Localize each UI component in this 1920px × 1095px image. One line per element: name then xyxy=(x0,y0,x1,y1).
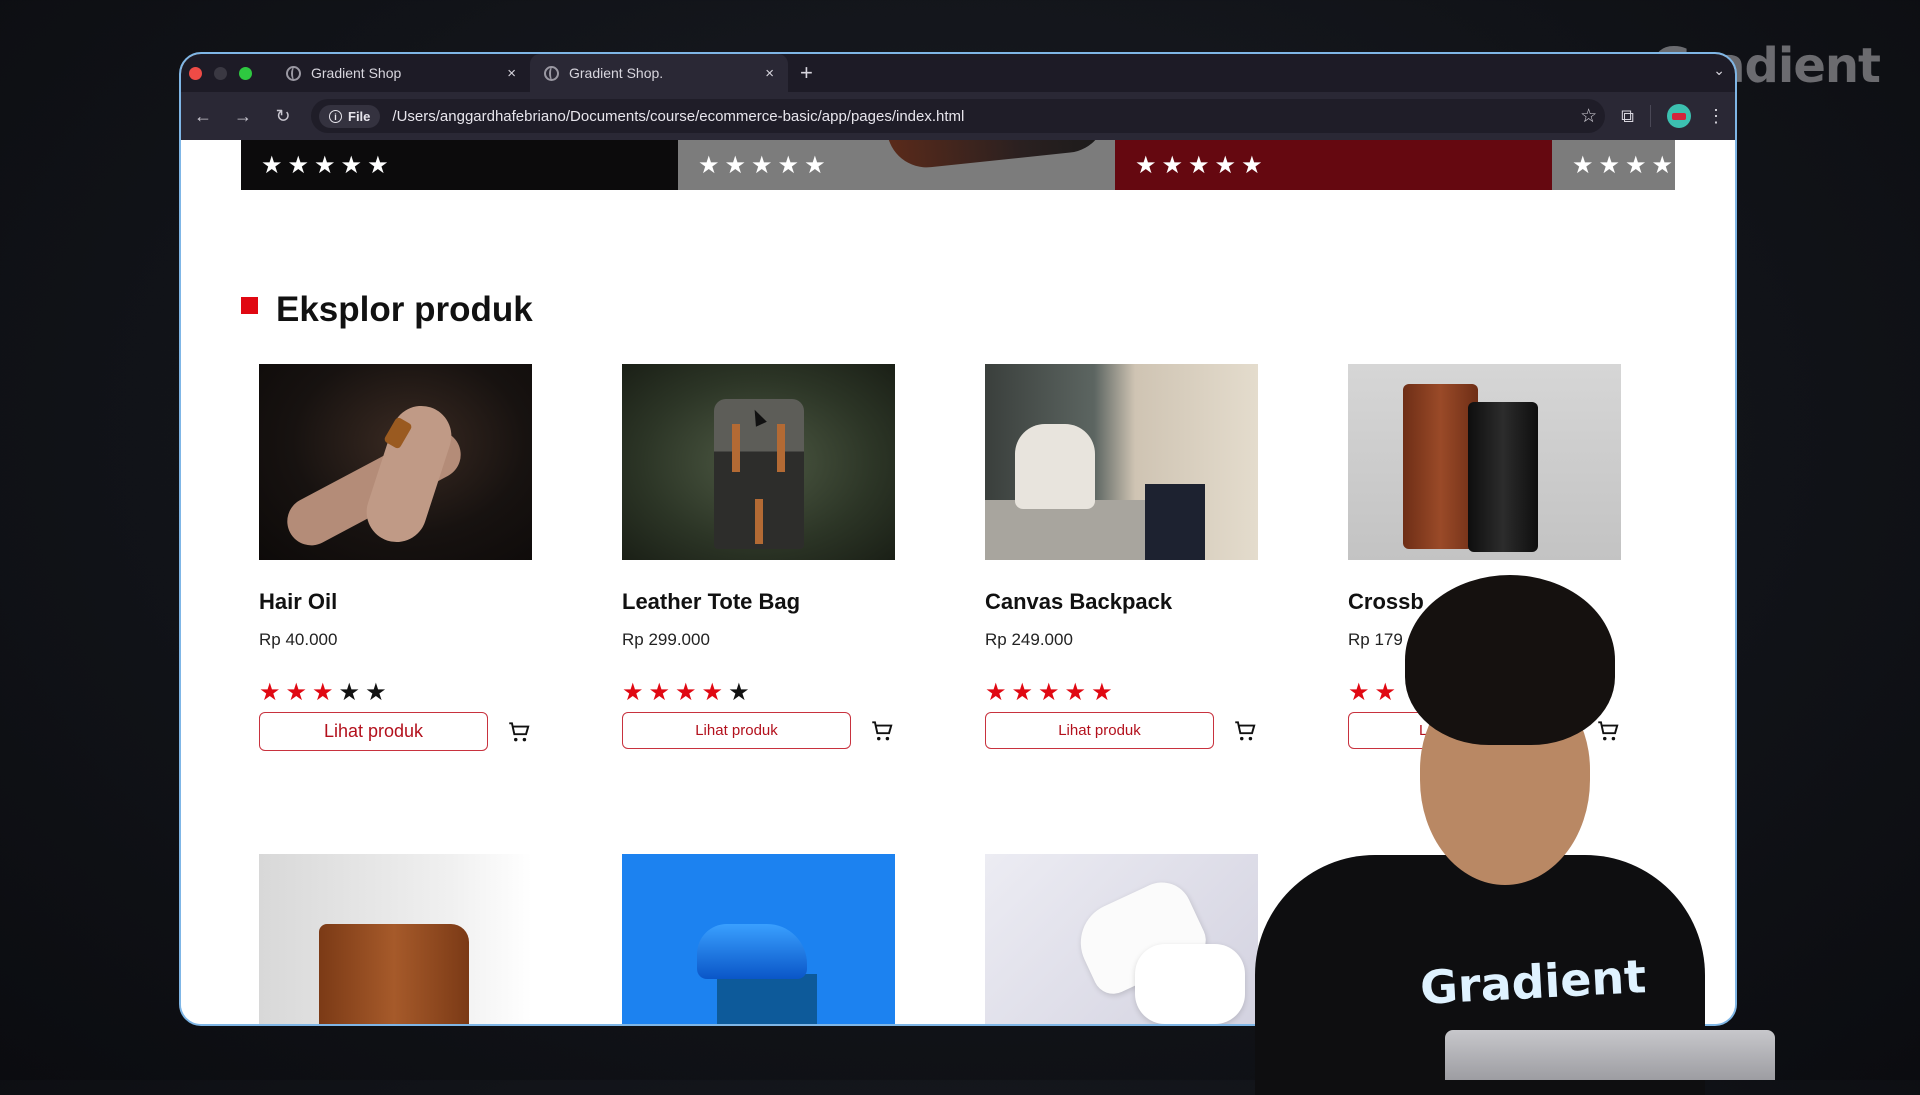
site-info-chip[interactable]: i File xyxy=(319,104,381,128)
browser-window: Gradient Shop × Gradient Shop. × + ⌄ ← →… xyxy=(179,52,1737,1026)
product-name: Leather Tote Bag xyxy=(622,589,801,614)
url-text[interactable]: /Users/anggardhafebriano/Documents/cours… xyxy=(392,108,1568,125)
star-filled-icon: ★ xyxy=(648,679,676,706)
product-rating: ★★★★★ xyxy=(259,678,532,706)
browser-toolbar: ← → ↻ i File /Users/anggardhafebriano/Do… xyxy=(181,92,1735,140)
add-to-cart-icon[interactable] xyxy=(1595,718,1621,744)
address-bar[interactable]: i File /Users/anggardhafebriano/Document… xyxy=(311,99,1606,133)
minimize-window-button[interactable] xyxy=(214,66,227,80)
tab-gradient-shop-1[interactable]: Gradient Shop × xyxy=(272,54,530,92)
star-filled-icon: ★ xyxy=(312,679,339,706)
product-rating: ★★★★★ xyxy=(622,678,895,706)
add-to-cart-icon[interactable] xyxy=(869,718,895,744)
star-empty-icon: ★ xyxy=(365,679,392,706)
view-product-button[interactable]: Lihat produk xyxy=(259,712,488,751)
extensions-puzzle-icon[interactable]: ⧉ xyxy=(1621,106,1634,127)
product-price: Rp 299.000 xyxy=(622,630,710,649)
section-header: Eksplor produk xyxy=(241,290,533,330)
product-image-crossbody-bag[interactable] xyxy=(1348,364,1621,560)
product-name: Crossb xyxy=(1348,589,1424,614)
globe-icon xyxy=(286,65,301,81)
banner-segment[interactable]: ★★★★ xyxy=(1552,140,1675,190)
tab-gradient-shop-2[interactable]: Gradient Shop. × xyxy=(530,54,788,92)
tab-search-icon[interactable]: ⌄ xyxy=(1713,62,1725,79)
star-filled-icon: ★ xyxy=(1038,679,1065,706)
product-card: Crossb Rp 179 ★★ L xyxy=(1348,364,1621,749)
star-filled-icon: ★ xyxy=(1348,679,1375,706)
product-image-canvas-backpack[interactable] xyxy=(985,364,1258,560)
product-rating: ★★ xyxy=(1348,678,1621,706)
tab-bar: Gradient Shop × Gradient Shop. × + ⌄ xyxy=(181,54,1735,92)
product-image-leather-bag[interactable] xyxy=(259,854,532,1024)
add-to-cart-icon[interactable] xyxy=(1232,718,1258,744)
section-accent-marker xyxy=(241,296,258,314)
browser-menu-icon[interactable]: ⋮ xyxy=(1707,106,1725,127)
star-filled-icon: ★ xyxy=(622,679,649,706)
close-tab-icon[interactable]: × xyxy=(507,65,516,82)
star-empty-icon: ★ xyxy=(728,679,755,706)
rating-stars: ★★★★★ xyxy=(261,151,394,179)
toolbar-divider xyxy=(1650,105,1651,127)
site-info-label: File xyxy=(348,108,371,124)
product-rating: ★★★★★ xyxy=(985,678,1258,706)
product-price: Rp 249.000 xyxy=(985,630,1073,649)
product-image-leather-tote-bag[interactable] xyxy=(622,364,895,560)
globe-icon xyxy=(544,65,559,81)
banner-segment[interactable]: ★★★★★ xyxy=(241,140,678,190)
new-tab-button[interactable]: + xyxy=(800,60,813,86)
product-name: Canvas Backpack xyxy=(985,589,1173,614)
star-empty-icon: ★ xyxy=(338,679,366,706)
product-image-blue-sneaker[interactable] xyxy=(622,854,895,1024)
rating-stars: ★★★★ xyxy=(1572,151,1675,179)
page-viewport: ★★★★★ ★★★★★ ★★★★★ ★★★★ Eksplor produk Ha… xyxy=(181,140,1735,1024)
tab-title: Gradient Shop xyxy=(311,65,402,81)
window-controls xyxy=(181,66,252,80)
view-product-button[interactable]: Lihat produk xyxy=(622,712,851,749)
maximize-window-button[interactable] xyxy=(239,66,252,80)
view-product-button[interactable]: L xyxy=(1348,712,1577,749)
product-card: Hair Oil Rp 40.000 ★★★★★ Lihat produk xyxy=(259,364,532,751)
rating-stars: ★★★★★ xyxy=(698,151,831,179)
close-window-button[interactable] xyxy=(189,66,202,80)
view-product-button[interactable]: Lihat produk xyxy=(985,712,1214,749)
star-filled-icon: ★ xyxy=(259,679,286,706)
laptop xyxy=(1445,1030,1775,1080)
tab-title: Gradient Shop. xyxy=(569,65,664,81)
bookmark-star-icon[interactable]: ☆ xyxy=(1580,105,1597,128)
close-tab-icon[interactable]: × xyxy=(765,65,774,82)
product-price: Rp 179 xyxy=(1348,630,1403,649)
add-to-cart-icon[interactable] xyxy=(506,719,532,745)
product-image-white-sneaker[interactable] xyxy=(985,854,1258,1024)
star-filled-icon: ★ xyxy=(985,679,1012,706)
product-card: Canvas Backpack Rp 249.000 ★★★★★ Lihat p… xyxy=(985,364,1258,749)
back-button[interactable]: ← xyxy=(191,106,215,127)
star-filled-icon: ★ xyxy=(1374,679,1402,706)
banner-segment[interactable]: ★★★★★ xyxy=(678,140,1115,190)
star-filled-icon: ★ xyxy=(1011,679,1039,706)
star-filled-icon: ★ xyxy=(701,679,729,706)
info-icon: i xyxy=(329,109,342,123)
banner-segment[interactable]: ★★★★★ xyxy=(1115,140,1552,190)
star-filled-icon: ★ xyxy=(285,679,313,706)
star-filled-icon: ★ xyxy=(1064,679,1092,706)
product-price: Rp 40.000 xyxy=(259,630,338,649)
section-title: Eksplor produk xyxy=(276,290,533,329)
product-name: Hair Oil xyxy=(259,589,338,614)
reload-button[interactable]: ↻ xyxy=(271,106,295,127)
star-filled-icon: ★ xyxy=(1091,679,1118,706)
hero-banner-strip: ★★★★★ ★★★★★ ★★★★★ ★★★★ xyxy=(241,140,1675,190)
forward-button[interactable]: → xyxy=(231,106,255,127)
product-image-hair-oil[interactable] xyxy=(259,364,532,560)
star-filled-icon: ★ xyxy=(675,679,702,706)
profile-avatar[interactable] xyxy=(1667,104,1691,128)
rating-stars: ★★★★★ xyxy=(1135,151,1268,179)
